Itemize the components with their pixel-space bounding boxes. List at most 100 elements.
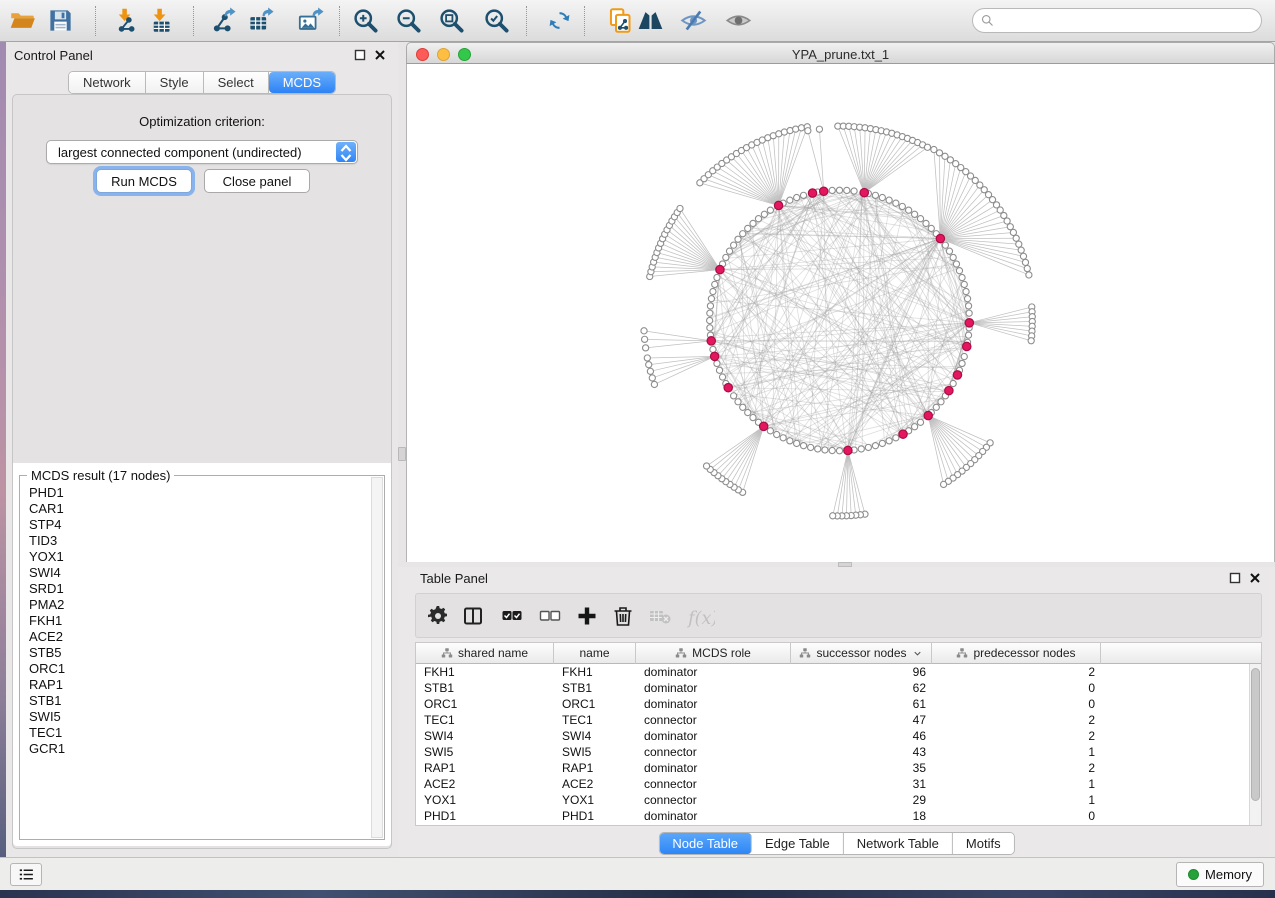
table-row[interactable]: FKH1FKH1dominator962 <box>416 664 1249 680</box>
table-row[interactable]: ACE2ACE2connector311 <box>416 776 1249 792</box>
cell-name: STB1 <box>554 680 636 696</box>
memory-button[interactable]: Memory <box>1176 862 1264 887</box>
tab-network-table[interactable]: Network Table <box>844 833 953 854</box>
mcds-result-item[interactable]: PHD1 <box>25 485 365 501</box>
zoom-selected-icon[interactable] <box>483 7 511 35</box>
mcds-result-item[interactable]: STP4 <box>25 517 365 533</box>
zoom-out-icon[interactable] <box>395 7 423 35</box>
cell-shared-name: TEC1 <box>416 712 554 728</box>
cell-mcds-role: dominator <box>636 728 791 744</box>
float-table-panel-icon[interactable] <box>1229 572 1241 584</box>
column-header-shared-name[interactable]: shared name <box>416 643 554 664</box>
toggle-columns-icon[interactable] <box>461 604 487 630</box>
toolbar-separator <box>526 6 527 36</box>
import-network-icon[interactable] <box>112 7 140 35</box>
table-row[interactable]: TEC1TEC1connector472 <box>416 712 1249 728</box>
mcds-result-item[interactable]: ACE2 <box>25 629 365 645</box>
save-session-icon[interactable] <box>47 7 75 35</box>
tab-style[interactable]: Style <box>146 72 204 93</box>
cell-mcds-role: dominator <box>636 696 791 712</box>
table-row[interactable]: YOX1YOX1connector291 <box>416 792 1249 808</box>
mcds-result-item[interactable]: CAR1 <box>25 501 365 517</box>
table-row[interactable]: SWI4SWI4dominator462 <box>416 728 1249 744</box>
toolbar-separator <box>339 6 340 36</box>
table-row[interactable]: SWI5SWI5connector431 <box>416 744 1249 760</box>
delete-column-icon[interactable] <box>611 604 637 630</box>
open-file-icon[interactable] <box>9 7 37 35</box>
deselect-all-rows-icon[interactable] <box>538 604 564 630</box>
network-window-titlebar[interactable]: YPA_prune.txt_1 <box>406 42 1275 64</box>
find-network-icon[interactable] <box>637 7 665 35</box>
optimization-criterion-select[interactable]: largest connected component (undirected) <box>46 140 358 164</box>
float-panel-icon[interactable] <box>354 49 366 61</box>
mcds-result-item[interactable]: GCR1 <box>25 741 365 757</box>
mcds-result-item[interactable]: STB1 <box>25 693 365 709</box>
export-table-icon[interactable] <box>247 7 275 35</box>
tab-node-table[interactable]: Node Table <box>659 833 752 854</box>
clone-network-icon[interactable] <box>607 7 635 35</box>
zoom-fit-icon[interactable] <box>438 7 466 35</box>
mcds-result-item[interactable]: FKH1 <box>25 613 365 629</box>
mcds-result-item[interactable]: YOX1 <box>25 549 365 565</box>
task-history-button[interactable] <box>10 863 42 886</box>
mcds-result-item[interactable]: TEC1 <box>25 725 365 741</box>
table-row[interactable]: ORC1ORC1dominator610 <box>416 696 1249 712</box>
close-panel-icon[interactable] <box>374 49 386 61</box>
refresh-network-icon[interactable] <box>546 7 574 35</box>
table-row[interactable]: STB1STB1dominator620 <box>416 680 1249 696</box>
search-input[interactable] <box>995 13 1261 28</box>
run-mcds-button[interactable]: Run MCDS <box>96 169 192 193</box>
tab-select[interactable]: Select <box>204 72 269 93</box>
close-table-panel-icon[interactable] <box>1249 572 1261 584</box>
close-panel-button[interactable]: Close panel <box>204 169 310 193</box>
mcds-result-item[interactable]: STB5 <box>25 645 365 661</box>
export-network-icon[interactable] <box>209 7 237 35</box>
zoom-in-icon[interactable] <box>352 7 380 35</box>
mcds-list-scrollbar[interactable] <box>371 477 383 838</box>
table-settings-icon[interactable] <box>426 604 452 630</box>
search-box[interactable] <box>972 8 1262 33</box>
hide-panels-icon[interactable] <box>680 7 708 35</box>
table-scrollbar-thumb[interactable] <box>1251 668 1260 801</box>
mcds-result-item[interactable]: PMA2 <box>25 597 365 613</box>
select-all-rows-icon[interactable] <box>500 604 526 630</box>
cell-shared-name: SWI5 <box>416 744 554 760</box>
tab-mcds[interactable]: MCDS <box>269 72 335 93</box>
vertical-splitter-handle[interactable] <box>398 447 406 461</box>
network-svg <box>407 64 1274 562</box>
cell-shared-name: RAP1 <box>416 760 554 776</box>
mcds-result-item[interactable]: RAP1 <box>25 677 365 693</box>
column-header-successor-nodes[interactable]: successor nodes <box>791 643 932 664</box>
control-panel-tabs: NetworkStyleSelectMCDS <box>68 71 336 94</box>
mcds-result-item[interactable]: TID3 <box>25 533 365 549</box>
toolbar-separator <box>584 6 585 36</box>
cell-shared-name: ACE2 <box>416 776 554 792</box>
tab-network[interactable]: Network <box>69 72 146 93</box>
cell-successor-nodes: 62 <box>791 680 932 696</box>
mcds-result-item[interactable]: SWI5 <box>25 709 365 725</box>
tab-edge-table[interactable]: Edge Table <box>752 833 844 854</box>
mcds-result-list: PHD1CAR1STP4TID3YOX1SWI4SRD1PMA2FKH1ACE2… <box>25 485 365 836</box>
show-panels-icon[interactable] <box>725 7 753 35</box>
import-table-icon[interactable] <box>147 7 175 35</box>
cell-predecessor-nodes: 1 <box>932 744 1101 760</box>
export-image-icon[interactable] <box>297 7 325 35</box>
network-view-window: YPA_prune.txt_1 <box>406 42 1275 562</box>
table-scrollbar[interactable] <box>1249 664 1261 825</box>
cell-name: YOX1 <box>554 792 636 808</box>
column-header-label: MCDS role <box>692 646 751 660</box>
column-header-name[interactable]: name <box>554 643 636 664</box>
tab-motifs[interactable]: Motifs <box>953 833 1014 854</box>
control-panel-title: Control Panel <box>14 48 93 63</box>
column-header-predecessor-nodes[interactable]: predecessor nodes <box>932 643 1101 664</box>
cell-predecessor-nodes: 1 <box>932 776 1101 792</box>
mcds-result-item[interactable]: ORC1 <box>25 661 365 677</box>
mcds-result-item[interactable]: SWI4 <box>25 565 365 581</box>
network-canvas[interactable] <box>406 64 1275 562</box>
add-column-icon[interactable] <box>575 604 601 630</box>
table-row[interactable]: RAP1RAP1dominator352 <box>416 760 1249 776</box>
table-row[interactable]: PHD1PHD1dominator180 <box>416 808 1249 824</box>
column-header-mcds-role[interactable]: MCDS role <box>636 643 791 664</box>
vertical-splitter[interactable] <box>398 42 406 562</box>
mcds-result-item[interactable]: SRD1 <box>25 581 365 597</box>
